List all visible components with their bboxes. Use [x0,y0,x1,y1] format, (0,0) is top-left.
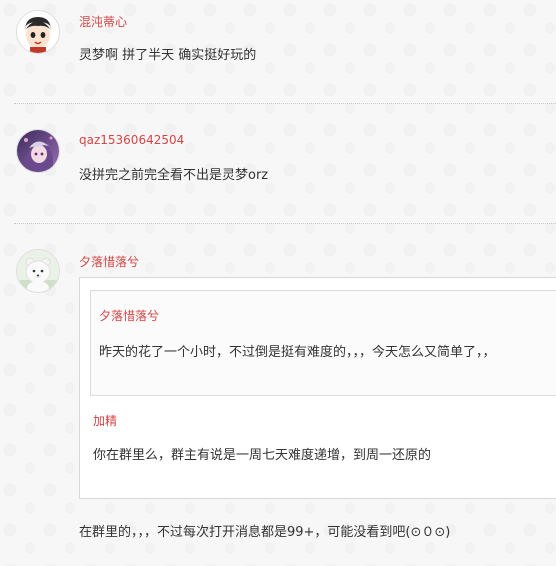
quote-author[interactable]: 夕落惜落兮 [99,307,159,324]
avatar[interactable] [16,249,60,293]
white-bear-avatar-icon [17,250,59,292]
quote-author[interactable]: 加精 [93,412,117,429]
comment-3: 夕落惜落兮 夕落惜落兮 昨天的花了一个小时，不过倒是挺有难度的，，，今天怎么又简… [0,0,556,566]
nested-quote-block: 夕落惜落兮 昨天的花了一个小时，不过倒是挺有难度的，，，今天怎么又简单了，， [90,290,556,396]
quote-text: 昨天的花了一个小时，不过倒是挺有难度的，，，今天怎么又简单了，， [99,345,496,360]
comment-text: 在群里的，，，不过每次打开消息都是99+，可能没看到吧(⊙０⊙) [79,525,451,540]
quote-text: 你在群里么，群主有说是一周七天难度递增，到周一还原的 [93,448,432,463]
quote-block: 夕落惜落兮 昨天的花了一个小时，不过倒是挺有难度的，，，今天怎么又简单了，， 加… [79,277,556,499]
comment-author[interactable]: 夕落惜落兮 [79,253,139,270]
